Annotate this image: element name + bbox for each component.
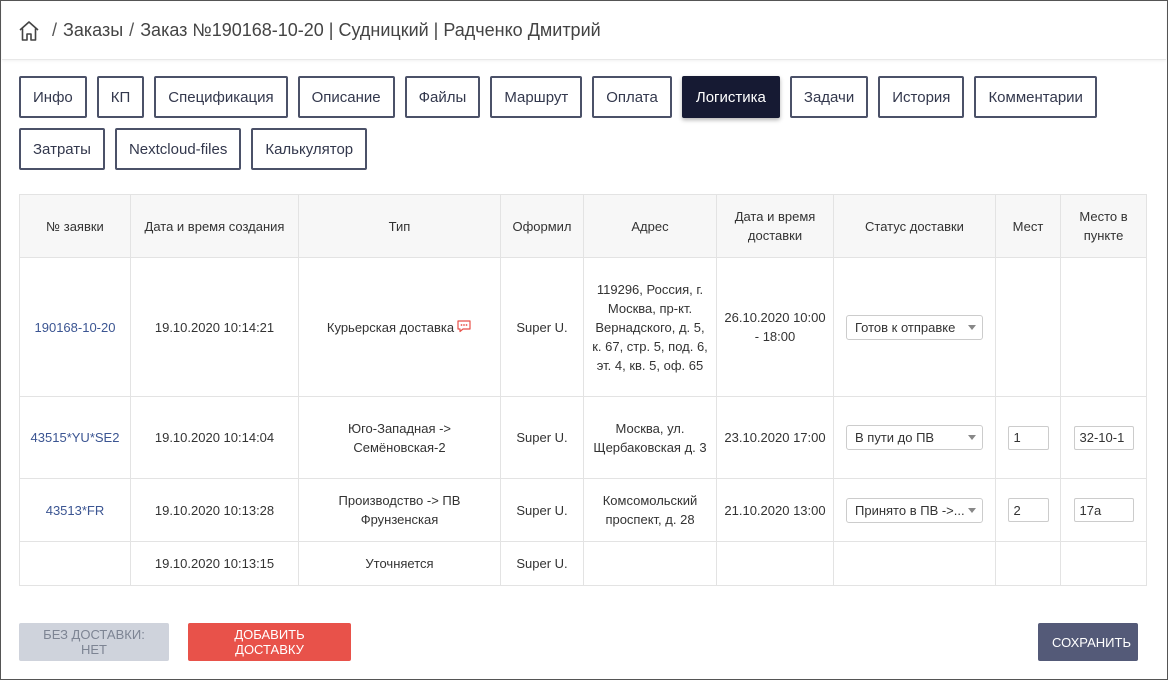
column-header: № заявки [19, 194, 131, 258]
tab-11[interactable]: Затраты [19, 128, 105, 170]
table-header-row: № заявки Дата и время создания Тип Оформил А… [19, 194, 1147, 258]
places-input[interactable] [1007, 498, 1049, 522]
table-row: 43515*YU*SE2 19.10.2020 10:14:04 Юго-Запад… [19, 396, 1147, 479]
cell-request-id: 190168-10-20 [19, 257, 131, 397]
tab-7[interactable]: Логистика [681, 76, 780, 118]
tab-0[interactable]: Инфо [19, 76, 87, 118]
cell-address: Комсомольский проспект, д. 28 [583, 478, 717, 542]
cell-created: 19.10.2020 10:14:04 [130, 396, 299, 479]
tab-5[interactable]: Маршрут [490, 76, 583, 118]
status-value: В пути до ПВ [855, 430, 935, 445]
cell-type: Уточняется [298, 541, 501, 586]
status-select[interactable]: Принято в ПВ ->... [846, 497, 983, 523]
cell-delivery-time [716, 541, 834, 586]
status-value: Принято в ПВ ->... [855, 502, 965, 518]
cell-status [833, 541, 996, 586]
cell-address: 119296, Россия, г. Москва, пр-кт. Вернад… [583, 257, 717, 397]
tab-6[interactable]: Оплата [592, 76, 672, 118]
delivery-type: Производство -> ПВ Фрунзенская [338, 493, 461, 527]
column-header: Адрес [583, 194, 717, 258]
tab-2[interactable]: Спецификация [154, 76, 288, 118]
table-row: 43513*FR 19.10.2020 10:13:28 Производство … [19, 478, 1147, 542]
cell-type: Производство -> ПВ Фрунзенская [298, 478, 501, 542]
cell-created: 19.10.2020 10:14:21 [130, 257, 299, 397]
status-select[interactable]: Готов к отправке [846, 314, 983, 340]
tab-3[interactable]: Описание [297, 76, 395, 118]
no-delivery-button[interactable]: Без доставки: нет [19, 623, 169, 661]
point-place-input[interactable] [1073, 425, 1134, 450]
cell-created: 19.10.2020 10:13:15 [130, 541, 299, 586]
cell-status: В пути до ПВ [833, 396, 996, 479]
request-id-link[interactable]: 43515*YU*SE2 [31, 430, 120, 445]
tab-10[interactable]: Комментарии [974, 76, 1097, 118]
column-header: Дата и время доставки [716, 194, 834, 258]
cell-places [995, 541, 1061, 586]
point-place-input[interactable] [1073, 498, 1134, 522]
breadcrumb-separator: / [52, 20, 58, 40]
app-frame: / Заказы / Заказ №190168-10-20 | Судницк… [0, 0, 1168, 680]
cell-delivery-time: 21.10.2020 13:00 [716, 478, 834, 542]
add-delivery-button[interactable]: Добавить доставку [188, 623, 351, 661]
cell-author: Super U. [500, 478, 584, 542]
breadcrumb: / Заказы / Заказ №190168-10-20 | Судницк… [46, 20, 601, 41]
cell-created: 19.10.2020 10:13:28 [130, 478, 299, 542]
cell-places [995, 478, 1061, 542]
delivery-type: Уточняется [365, 556, 434, 571]
logistics-table: № заявки Дата и время создания Тип Оформил А… [19, 194, 1147, 586]
status-select[interactable]: В пути до ПВ [846, 425, 983, 450]
cell-places [995, 396, 1061, 479]
column-header: Оформил [500, 194, 584, 258]
chevron-down-icon [968, 435, 976, 440]
cell-delivery-time: 26.10.2020 10:00 - 18:00 [716, 257, 834, 397]
chevron-down-icon [968, 324, 976, 330]
delivery-type: Курьерская доставка [326, 319, 455, 335]
cell-request-id [19, 541, 131, 586]
cell-type: Юго-Западная -> Семёновская-2 [298, 396, 501, 479]
tab-13[interactable]: Калькулятор [251, 128, 368, 170]
delivery-type: Юго-Западная -> Семёновская-2 [347, 420, 452, 455]
tab-12[interactable]: Nextcloud-files [114, 128, 242, 170]
column-header: Мест [995, 194, 1061, 258]
column-header: Место в пункте [1060, 194, 1147, 258]
table-row: 190168-10-20 19.10.2020 10:14:21 Курьерска… [19, 257, 1147, 397]
column-header: Статус доставки [833, 194, 996, 258]
tab-8[interactable]: Задачи [789, 76, 869, 118]
column-header: Дата и время создания [130, 194, 299, 258]
page-header: / Заказы / Заказ №190168-10-20 | Судницк… [2, 2, 1166, 60]
tab-9[interactable]: История [878, 76, 965, 118]
save-button[interactable]: Сохранить [1038, 623, 1138, 661]
places-input[interactable] [1007, 425, 1049, 450]
tab-4[interactable]: Файлы [404, 76, 481, 118]
cell-author: Super U. [500, 541, 584, 586]
cell-address: Москва, ул. Щербаковская д. 3 [583, 396, 717, 479]
order-tabs: Инфо КП Спецификация Описание Файлы Маршрут Оп… [19, 76, 1149, 170]
cell-point-place [1060, 396, 1147, 479]
home-icon[interactable] [17, 19, 41, 43]
breadcrumb-separator: / [129, 20, 135, 40]
cell-author: Super U. [500, 257, 584, 397]
comment-icon[interactable] [456, 319, 472, 333]
breadcrumb-orders[interactable]: Заказы [63, 20, 123, 41]
cell-type: Курьерская доставка [298, 257, 501, 397]
cell-point-place [1060, 541, 1147, 586]
cell-point-place [1060, 257, 1147, 397]
cell-places [995, 257, 1061, 397]
request-id-link[interactable]: 43513*FR [46, 503, 105, 518]
breadcrumb-current-order: Заказ №190168-10-20 | Судницкий | Радчен… [140, 20, 601, 40]
cell-author: Super U. [500, 396, 584, 479]
cell-address [583, 541, 717, 586]
status-value: Готов к отправке [855, 319, 956, 335]
cell-status: Принято в ПВ ->... [833, 478, 996, 542]
cell-point-place [1060, 478, 1147, 542]
logistics-table-wrapper: № заявки Дата и время создания Тип Оформил А… [19, 194, 1147, 586]
request-id-link[interactable]: 190168-10-20 [35, 320, 116, 335]
table-row: 19.10.2020 10:13:15 Уточняется Super U. [19, 541, 1147, 586]
cell-status: Готов к отправке [833, 257, 996, 397]
cell-request-id: 43515*YU*SE2 [19, 396, 131, 479]
chevron-down-icon [968, 507, 976, 513]
tab-1[interactable]: КП [96, 76, 145, 118]
column-header: Тип [298, 194, 501, 258]
cell-delivery-time: 23.10.2020 17:00 [716, 396, 834, 479]
cell-request-id: 43513*FR [19, 478, 131, 542]
